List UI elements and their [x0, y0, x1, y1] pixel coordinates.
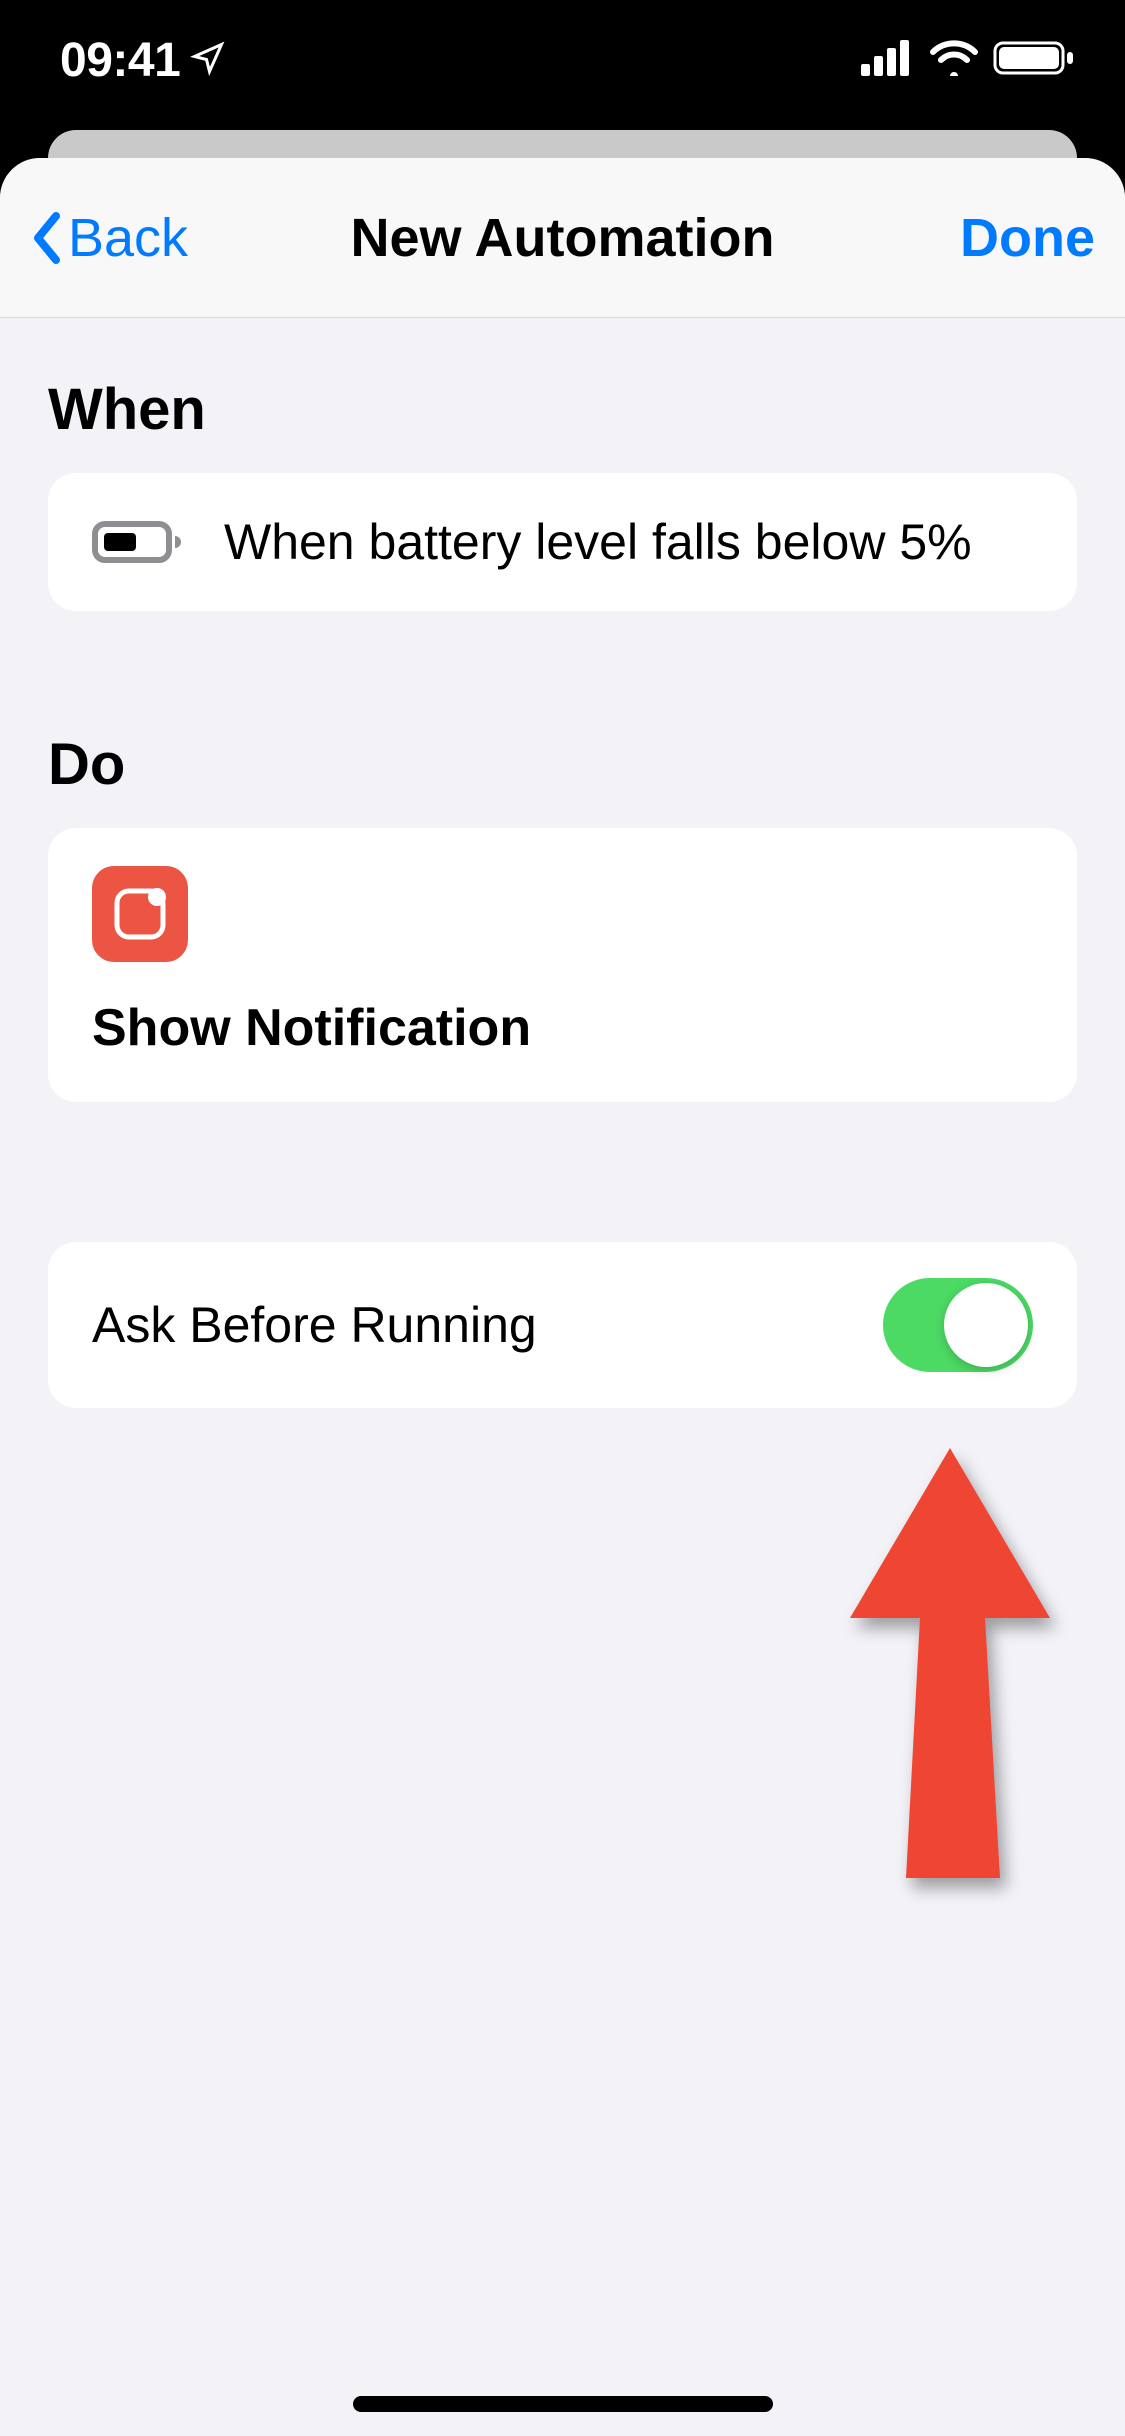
notification-action-icon	[92, 866, 188, 962]
do-action-text: Show Notification	[92, 998, 1033, 1058]
content-area: When When battery level falls below 5% D…	[0, 318, 1125, 1408]
when-section-header: When	[0, 318, 1125, 473]
done-button[interactable]: Done	[960, 207, 1095, 269]
back-button[interactable]: Back	[30, 207, 188, 269]
ask-before-running-toggle[interactable]	[883, 1278, 1033, 1372]
status-bar-left: 09:41	[60, 33, 226, 88]
ask-before-running-row: Ask Before Running	[48, 1242, 1077, 1408]
status-bar-right	[861, 39, 1075, 82]
status-bar: 09:41	[0, 0, 1125, 130]
when-condition-text: When battery level falls below 5%	[224, 513, 972, 571]
battery-level-icon	[92, 518, 184, 566]
automation-sheet: Back New Automation Done When When batte…	[0, 158, 1125, 2436]
page-title: New Automation	[351, 207, 775, 269]
do-section-header: Do	[0, 611, 1125, 828]
annotation-arrow	[840, 1448, 1060, 1883]
status-time: 09:41	[60, 33, 180, 88]
location-icon	[190, 33, 226, 88]
back-label: Back	[68, 207, 188, 269]
wifi-icon	[929, 40, 979, 81]
battery-icon	[993, 39, 1075, 82]
home-indicator[interactable]	[353, 2396, 773, 2412]
cellular-icon	[861, 40, 915, 81]
toggle-knob	[944, 1283, 1028, 1367]
ask-before-running-label: Ask Before Running	[92, 1296, 537, 1354]
chevron-left-icon	[30, 212, 62, 264]
when-condition-card[interactable]: When battery level falls below 5%	[48, 473, 1077, 611]
navigation-bar: Back New Automation Done	[0, 158, 1125, 318]
do-action-card[interactable]: Show Notification	[48, 828, 1077, 1102]
